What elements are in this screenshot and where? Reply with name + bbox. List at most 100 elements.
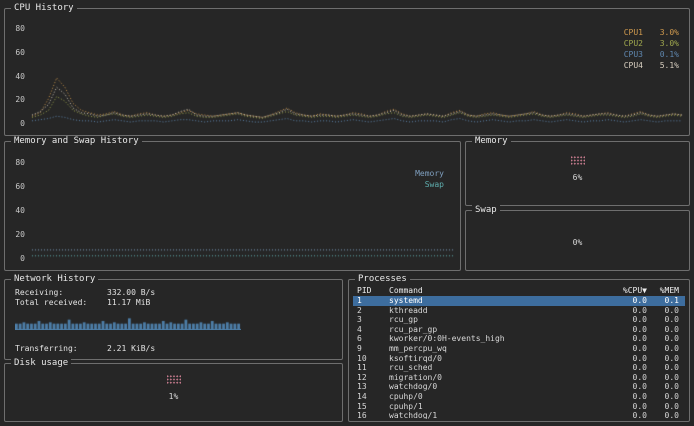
network-sparkline-chart bbox=[15, 313, 241, 330]
transferring-label: Transferring: bbox=[15, 344, 107, 353]
y-tick-label: 60 bbox=[7, 49, 25, 57]
y-tick-label: 40 bbox=[7, 207, 25, 215]
column-header-mem[interactable]: %MEM bbox=[647, 285, 681, 296]
process-row[interactable]: 10ksoftirqd/00.00.0 bbox=[353, 354, 685, 364]
process-mem: 0.0 bbox=[647, 411, 681, 419]
cpu-history-chart bbox=[31, 19, 683, 123]
processes-table: PID Command %CPU▼ %MEM 1systemd0.00.12kt… bbox=[353, 285, 685, 419]
process-mem: 0.0 bbox=[647, 334, 681, 344]
process-pid: 15 bbox=[357, 402, 383, 412]
disk-usage-panel: Disk usage 1% bbox=[4, 363, 343, 422]
processes-header-row[interactable]: PID Command %CPU▼ %MEM bbox=[353, 285, 685, 296]
process-pid: 14 bbox=[357, 392, 383, 402]
process-command: watchdog/1 bbox=[383, 411, 611, 419]
y-tick-label: 0 bbox=[7, 255, 25, 263]
process-pid: 10 bbox=[357, 354, 383, 364]
process-cpu: 0.0 bbox=[611, 315, 647, 325]
receiving-label: Receiving: bbox=[15, 288, 107, 297]
y-tick-label: 40 bbox=[7, 73, 25, 81]
network-history-panel: Network History Receiving:332.00 B/s Tot… bbox=[4, 279, 343, 360]
process-command: systemd bbox=[383, 296, 611, 306]
process-row[interactable]: 9mm_percpu_wq0.00.0 bbox=[353, 344, 685, 354]
memory-title: Memory bbox=[472, 136, 511, 147]
y-tick-label: 20 bbox=[7, 231, 25, 239]
process-cpu: 0.0 bbox=[611, 363, 647, 373]
process-row[interactable]: 14cpuhp/00.00.0 bbox=[353, 392, 685, 402]
process-command: watchdog/0 bbox=[383, 382, 611, 392]
cpu-history-panel: CPU History 806040200 CPU13.0%CPU23.0%CP… bbox=[4, 8, 690, 136]
process-row[interactable]: 11rcu_sched0.00.0 bbox=[353, 363, 685, 373]
process-cpu: 0.0 bbox=[611, 402, 647, 412]
process-mem: 0.0 bbox=[647, 402, 681, 412]
process-pid: 1 bbox=[357, 296, 383, 306]
processes-rows: 1systemd0.00.12kthreadd0.00.03rcu_gp0.00… bbox=[353, 296, 685, 419]
process-cpu: 0.0 bbox=[611, 392, 647, 402]
process-pid: 4 bbox=[357, 325, 383, 335]
process-cpu: 0.0 bbox=[611, 373, 647, 383]
process-command: kworker/0:0H-events_high bbox=[383, 334, 611, 344]
process-mem: 0.0 bbox=[647, 373, 681, 383]
process-cpu: 0.0 bbox=[611, 296, 647, 306]
process-row[interactable]: 2kthreadd0.00.0 bbox=[353, 306, 685, 316]
memswap-legend-item: Memory bbox=[415, 168, 444, 179]
process-cpu: 0.0 bbox=[611, 411, 647, 419]
process-pid: 11 bbox=[357, 363, 383, 373]
process-mem: 0.1 bbox=[647, 296, 681, 306]
total-received-value: 11.17 MiB bbox=[107, 298, 150, 307]
memswap-history-chart bbox=[31, 152, 454, 258]
transferring-value: 2.21 KiB/s bbox=[107, 344, 155, 353]
process-command: kthreadd bbox=[383, 306, 611, 316]
process-mem: 0.0 bbox=[647, 306, 681, 316]
process-mem: 0.0 bbox=[647, 325, 681, 335]
cpu-legend-item: CPU30.1% bbox=[624, 49, 679, 60]
processes-title: Processes bbox=[355, 274, 410, 285]
process-cpu: 0.0 bbox=[611, 382, 647, 392]
process-mem: 0.0 bbox=[647, 392, 681, 402]
y-tick-label: 60 bbox=[7, 183, 25, 191]
column-header-pid[interactable]: PID bbox=[357, 285, 383, 296]
process-row[interactable]: 6kworker/0:0H-events_high0.00.0 bbox=[353, 334, 685, 344]
process-pid: 12 bbox=[357, 373, 383, 383]
y-tick-label: 20 bbox=[7, 96, 25, 104]
process-pid: 16 bbox=[357, 411, 383, 419]
network-receiving-line: Receiving:332.00 B/s bbox=[15, 288, 155, 297]
process-command: cpuhp/1 bbox=[383, 402, 611, 412]
column-header-command[interactable]: Command bbox=[383, 285, 611, 296]
cpu-history-title: CPU History bbox=[11, 3, 77, 14]
disk-usage-title: Disk usage bbox=[11, 358, 71, 369]
process-command: mm_percpu_wq bbox=[383, 344, 611, 354]
process-cpu: 0.0 bbox=[611, 306, 647, 316]
cpu-legend-item: CPU23.0% bbox=[624, 38, 679, 49]
process-pid: 3 bbox=[357, 315, 383, 325]
process-row[interactable]: 15cpuhp/10.00.0 bbox=[353, 402, 685, 412]
network-history-title: Network History bbox=[11, 274, 98, 285]
disk-percent: 1% bbox=[5, 392, 342, 401]
process-row[interactable]: 16watchdog/10.00.0 bbox=[353, 411, 685, 419]
process-command: rcu_gp bbox=[383, 315, 611, 325]
process-mem: 0.0 bbox=[647, 382, 681, 392]
process-command: cpuhp/0 bbox=[383, 392, 611, 402]
network-total-received-line: Total received:11.17 MiB bbox=[15, 298, 150, 307]
memory-usage-icon bbox=[571, 156, 585, 165]
memory-panel: Memory 6% bbox=[465, 141, 690, 206]
memswap-history-title: Memory and Swap History bbox=[11, 136, 142, 147]
total-received-label: Total received: bbox=[15, 298, 107, 307]
process-pid: 9 bbox=[357, 344, 383, 354]
memswap-legend: MemorySwap bbox=[415, 168, 444, 190]
y-tick-label: 80 bbox=[7, 25, 25, 33]
column-header-cpu[interactable]: %CPU▼ bbox=[611, 285, 647, 296]
process-row[interactable]: 1systemd0.00.1 bbox=[353, 296, 685, 306]
process-row[interactable]: 4rcu_par_gp0.00.0 bbox=[353, 325, 685, 335]
swap-title: Swap bbox=[472, 205, 500, 216]
process-pid: 6 bbox=[357, 334, 383, 344]
memswap-legend-item: Swap bbox=[415, 179, 444, 190]
process-pid: 13 bbox=[357, 382, 383, 392]
process-row[interactable]: 3rcu_gp0.00.0 bbox=[353, 315, 685, 325]
process-row[interactable]: 12migration/00.00.0 bbox=[353, 373, 685, 383]
process-row[interactable]: 13watchdog/00.00.0 bbox=[353, 382, 685, 392]
y-tick-label: 80 bbox=[7, 159, 25, 167]
process-command: rcu_par_gp bbox=[383, 325, 611, 335]
y-tick-label: 0 bbox=[7, 120, 25, 128]
swap-percent: 0% bbox=[466, 238, 689, 247]
swap-panel: Swap 0% bbox=[465, 210, 690, 271]
